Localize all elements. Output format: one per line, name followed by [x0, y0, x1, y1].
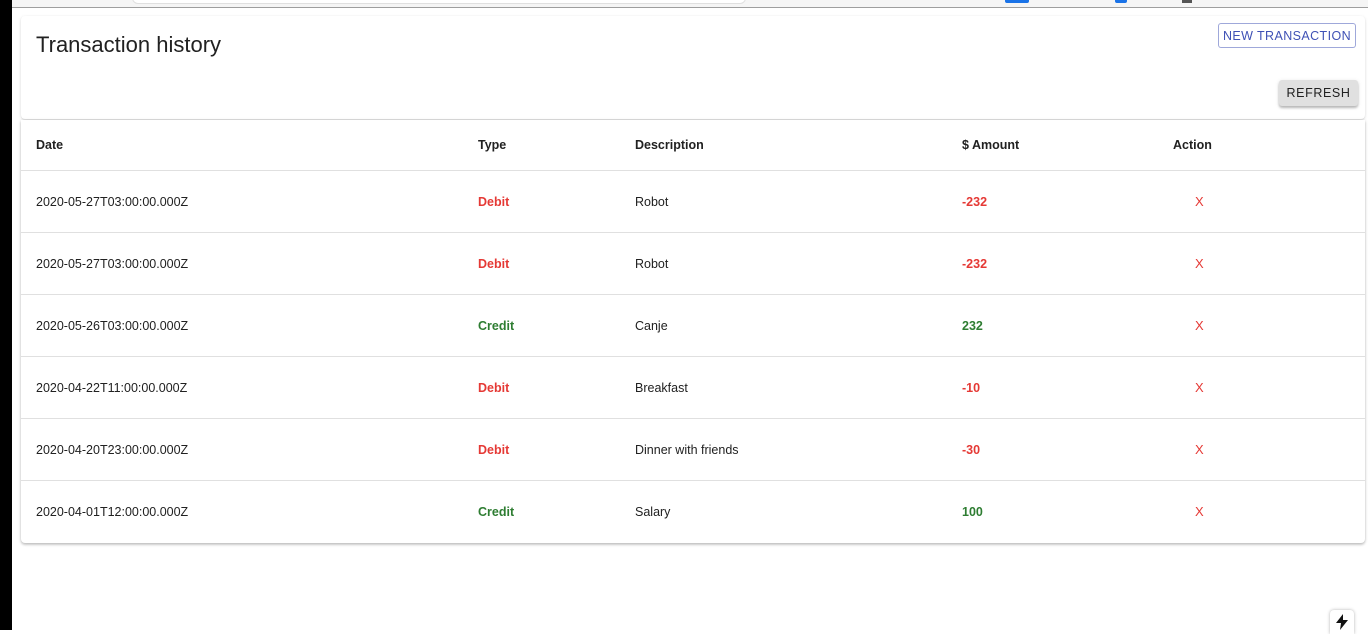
description-cell: Robot	[620, 170, 947, 233]
delete-transaction-button[interactable]: X	[1195, 256, 1204, 271]
amount-cell: -10	[947, 356, 1159, 419]
transactions-table: Date Type Description $ Amount Action 20…	[21, 120, 1365, 542]
type-cell: Credit	[463, 294, 620, 357]
amount-cell: -232	[947, 232, 1159, 295]
table-row: 2020-04-20T23:00:00.000Z Debit Dinner with…	[21, 418, 1365, 481]
toolbar-icon[interactable]	[1182, 0, 1192, 3]
type-cell: Debit	[463, 232, 620, 295]
date-cell: 2020-04-20T23:00:00.000Z	[21, 418, 463, 481]
column-header-description[interactable]: Description	[620, 120, 947, 171]
window-edge	[0, 0, 12, 630]
action-cell: X	[1159, 294, 1365, 357]
table-row: 2020-04-22T11:00:00.000Z Debit Breakfast -1…	[21, 356, 1365, 419]
table-body: 2020-05-27T03:00:00.000Z Debit Robot -232 X 2…	[21, 170, 1365, 543]
lightning-bolt-button[interactable]	[1330, 610, 1354, 634]
refresh-button[interactable]: REFRESH	[1279, 80, 1358, 106]
lightning-bolt-icon	[1336, 614, 1348, 630]
action-cell: X	[1159, 356, 1365, 419]
date-cell: 2020-04-22T11:00:00.000Z	[21, 356, 463, 419]
amount-cell: -30	[947, 418, 1159, 481]
browser-toolbar-edge	[12, 0, 1368, 8]
column-header-date[interactable]: Date	[21, 120, 463, 171]
column-header-amount[interactable]: $ Amount	[947, 120, 1159, 171]
date-cell: 2020-05-27T03:00:00.000Z	[21, 170, 463, 233]
action-cell: X	[1159, 481, 1365, 543]
description-cell: Dinner with friends	[620, 418, 947, 481]
column-header-action: Action	[1159, 120, 1365, 171]
type-cell: Debit	[463, 170, 620, 233]
delete-transaction-button[interactable]: X	[1195, 318, 1204, 333]
delete-transaction-button[interactable]: X	[1195, 380, 1204, 395]
delete-transaction-button[interactable]: X	[1195, 194, 1204, 209]
table-row: 2020-05-27T03:00:00.000Z Debit Robot -232 X	[21, 170, 1365, 233]
type-cell: Credit	[478, 504, 515, 519]
new-transaction-button[interactable]: NEW TRANSACTION	[1218, 23, 1356, 48]
amount-cell: 100	[962, 504, 983, 519]
amount-cell: 232	[947, 294, 1159, 357]
date-cell: 2020-04-01T12:00:00.000Z	[36, 504, 189, 519]
description-cell: Robot	[620, 232, 947, 295]
toolbar-icon[interactable]	[1115, 0, 1127, 3]
amount-cell: -232	[947, 170, 1159, 233]
table-row: 2020-05-26T03:00:00.000Z Credit Canje 232 X	[21, 294, 1365, 357]
address-bar[interactable]	[132, 0, 746, 4]
action-cell: X	[1159, 418, 1365, 481]
column-header-type[interactable]: Type	[463, 120, 620, 171]
transactions-table-card: Date Type Description $ Amount Action 20…	[21, 120, 1365, 543]
app-frame: Transaction history NEW TRANSACTION REFR…	[0, 0, 1368, 634]
type-cell: Debit	[463, 418, 620, 481]
table-header-row: Date Type Description $ Amount Action	[21, 120, 1365, 171]
table-row: 2020-04-01T12:00:00.000Z Credit Salary 100 X	[21, 481, 1365, 543]
description-cell: Breakfast	[620, 356, 947, 419]
date-cell: 2020-05-27T03:00:00.000Z	[21, 232, 463, 295]
date-cell: 2020-05-26T03:00:00.000Z	[21, 294, 463, 357]
delete-transaction-button[interactable]: X	[1195, 504, 1204, 519]
table-row: 2020-05-27T03:00:00.000Z Debit Robot -232 X	[21, 232, 1365, 295]
type-cell: Debit	[463, 356, 620, 419]
action-cell: X	[1159, 170, 1365, 233]
delete-transaction-button[interactable]: X	[1195, 442, 1204, 457]
action-cell: X	[1159, 232, 1365, 295]
description-cell: Canje	[620, 294, 947, 357]
page-title: Transaction history	[36, 32, 222, 57]
description-cell: Salary	[635, 504, 671, 519]
toolbar-icon[interactable]	[1005, 0, 1029, 3]
header-card: Transaction history NEW TRANSACTION REFR…	[21, 16, 1365, 119]
